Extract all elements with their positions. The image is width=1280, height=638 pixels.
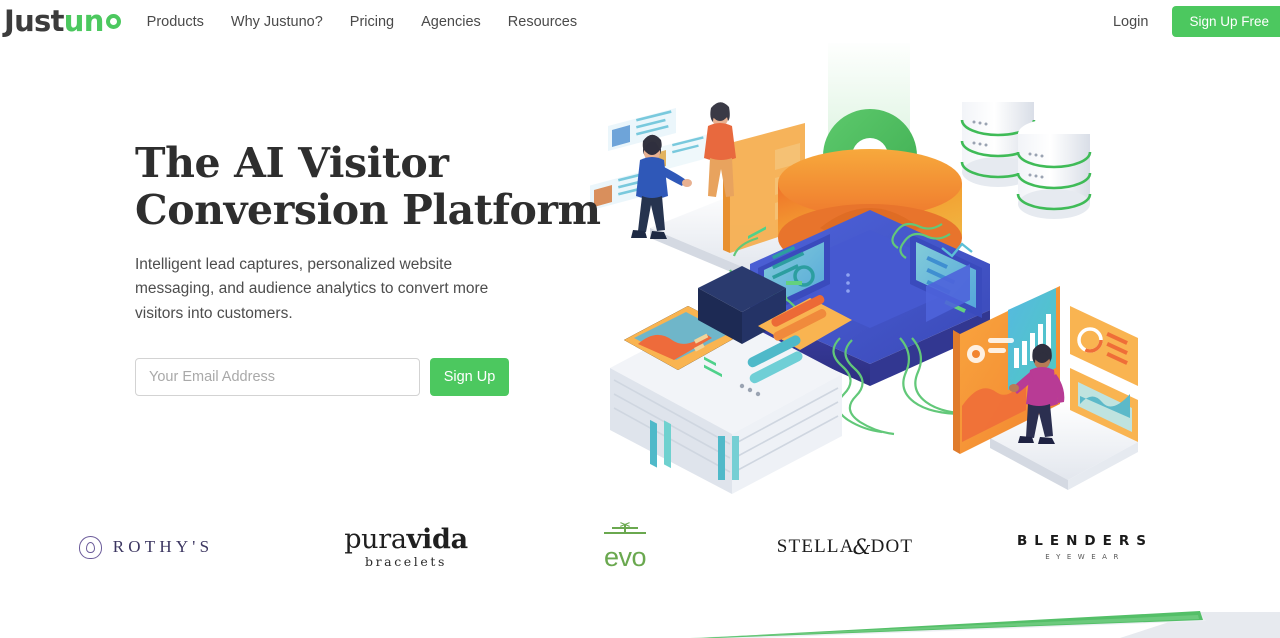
- nav-item-agencies[interactable]: Agencies: [421, 14, 481, 30]
- brand-logo-evo: evo: [520, 512, 730, 582]
- bottom-decorative-bands: [0, 578, 1280, 638]
- puravida-label-bracelets: bracelets: [364, 553, 448, 569]
- nav-item-products[interactable]: Products: [147, 14, 204, 30]
- sign-up-free-button[interactable]: Sign Up Free: [1172, 6, 1280, 37]
- site-header: Just un Products Why Justuno? Pricing Age…: [0, 0, 1280, 43]
- logo-text-uno: un: [63, 4, 105, 38]
- hero-sign-up-button[interactable]: Sign Up: [430, 357, 509, 396]
- logo-text-just: Just: [4, 4, 64, 38]
- email-input[interactable]: [135, 357, 420, 396]
- evo-label: evo: [603, 542, 647, 573]
- hero-subtitle: Intelligent lead captures, personalized …: [135, 256, 489, 322]
- puravida-label-vida: vida: [406, 523, 468, 555]
- band-green-soft: [690, 615, 1199, 638]
- hero-illustration: [590, 38, 1190, 498]
- nav-item-why-justuno[interactable]: Why Justuno?: [231, 14, 323, 30]
- landing-page: Just un Products Why Justuno? Pricing Age…: [0, 0, 1280, 638]
- hero-signup-form: Sign Up: [135, 357, 605, 396]
- main-navigation: Products Why Justuno? Pricing Agencies R…: [147, 14, 577, 30]
- rothys-label: ROTHY'S: [112, 537, 214, 556]
- brand-logo-rothys: ROTHY'S: [0, 512, 292, 582]
- login-link[interactable]: Login: [1113, 14, 1148, 30]
- stella-label-part1: STELLA: [776, 536, 855, 557]
- hero-title: The AI Visitor Conversion Platform: [135, 140, 605, 233]
- stella-ampersand: &: [852, 535, 873, 559]
- nav-item-resources[interactable]: Resources: [508, 14, 577, 30]
- logo-dot-icon: [105, 13, 121, 29]
- blenders-label-main: BLENDERS: [1017, 533, 1153, 549]
- justuno-logo[interactable]: Just un: [4, 7, 121, 36]
- evo-tree-icon: [598, 522, 652, 544]
- puravida-label-pura: pura: [344, 523, 407, 555]
- stella-label-part2: DOT: [870, 536, 914, 557]
- band-green-line: [700, 611, 1203, 638]
- blenders-label-sub: EYEWEAR: [1045, 553, 1125, 561]
- hero-title-line-2: Conversion Platform: [135, 185, 601, 234]
- brand-logo-blenders: BLENDERS EYEWEAR: [960, 512, 1210, 582]
- hero-title-line-1: The AI Visitor: [135, 139, 449, 187]
- rothys-shield-icon: [78, 535, 102, 559]
- nav-item-pricing[interactable]: Pricing: [350, 14, 394, 30]
- brand-logo-strip: ROTHY'S puravida bracelets evo STELLA & DO…: [0, 512, 1280, 582]
- brand-logo-puravida: puravida bracelets: [292, 512, 520, 582]
- brand-logo-stella-dot: STELLA & DOT: [730, 512, 960, 582]
- header-actions: Login Sign Up Free: [1113, 0, 1280, 43]
- hero-content: The AI Visitor Conversion Platform Intel…: [135, 140, 605, 396]
